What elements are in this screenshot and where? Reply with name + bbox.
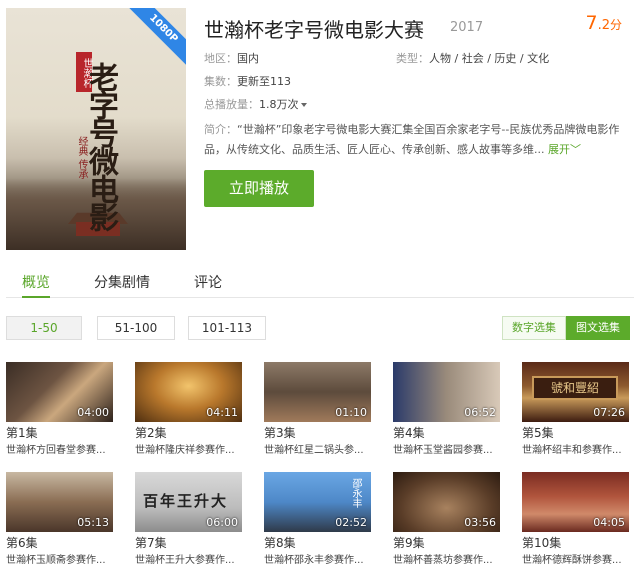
description-label: 简介： xyxy=(204,123,237,136)
page-title: 世瀚杯老字号微电影大赛 xyxy=(204,20,424,42)
tab-episode-synopsis[interactable]: 分集剧情 xyxy=(94,272,150,298)
region-label: 地区： xyxy=(204,52,237,65)
episode-thumbnail[interactable]: 百年王升大 06:00 xyxy=(135,472,242,532)
region-value[interactable]: 国内 xyxy=(237,52,259,65)
episode-thumbnail[interactable]: 04:11 xyxy=(135,362,242,422)
episode-number[interactable]: 第4集 xyxy=(393,424,500,441)
episode-title[interactable]: 世瀚杯红星二锅头参... xyxy=(264,441,371,456)
episode-number[interactable]: 第7集 xyxy=(135,534,242,551)
chevron-down-icon: ﹀ xyxy=(570,143,581,156)
episode-duration: 04:11 xyxy=(206,406,238,419)
episode-card[interactable]: 06:52 第4集 世瀚杯玉堂酱园参赛... xyxy=(393,362,500,456)
episode-number[interactable]: 第1集 xyxy=(6,424,113,441)
score-decimal: .2 xyxy=(597,18,610,33)
episode-title[interactable]: 世瀚杯方回春堂参赛... xyxy=(6,441,113,456)
episode-thumbnail[interactable]: 05:13 xyxy=(6,472,113,532)
rating-score: 7.2分 xyxy=(585,12,622,34)
episode-thumbnail[interactable]: 03:56 xyxy=(393,472,500,532)
thumbnail-calligraphy: 邵永丰 xyxy=(350,478,361,508)
episode-thumbnail[interactable]: 04:00 xyxy=(6,362,113,422)
tab-bar: 概览 分集剧情 评论 xyxy=(6,266,634,298)
title-row: 世瀚杯老字号微电影大赛 2017 7.2分 xyxy=(204,12,630,44)
episode-number[interactable]: 第2集 xyxy=(135,424,242,441)
episode-duration: 06:52 xyxy=(464,406,496,419)
tab-comments[interactable]: 评论 xyxy=(194,272,222,298)
episode-duration: 05:13 xyxy=(77,516,109,529)
episode-number[interactable]: 第5集 xyxy=(522,424,629,441)
score-integer: 7 xyxy=(585,12,598,34)
episode-duration: 01:10 xyxy=(335,406,367,419)
episode-title[interactable]: 世瀚杯绍丰和参赛作... xyxy=(522,441,629,456)
episode-title[interactable]: 世瀚杯善蒸坊参赛作... xyxy=(393,551,500,566)
episode-thumbnail[interactable]: 04:05 xyxy=(522,472,629,532)
episode-card[interactable]: 03:56 第9集 世瀚杯善蒸坊参赛作... xyxy=(393,472,500,566)
episode-card[interactable]: 邵永丰 02:52 第8集 世瀚杯邵永丰参赛作... xyxy=(264,472,371,566)
episode-duration: 04:00 xyxy=(77,406,109,419)
caret-down-icon[interactable] xyxy=(300,103,307,107)
thumbnail-plaque-text: 號和豐紹 xyxy=(532,376,618,400)
episode-thumbnail[interactable]: 號和豐紹 07:26 xyxy=(522,362,629,422)
episode-duration: 03:56 xyxy=(464,516,496,529)
episode-number[interactable]: 第9集 xyxy=(393,534,500,551)
episode-card[interactable]: 04:00 第1集 世瀚杯方回春堂参赛... xyxy=(6,362,113,456)
episode-card[interactable]: 04:05 第10集 世瀚杯德辉酥饼参赛... xyxy=(522,472,629,566)
episode-duration: 07:26 xyxy=(593,406,625,419)
episode-number[interactable]: 第10集 xyxy=(522,534,629,551)
release-year: 2017 xyxy=(450,20,484,35)
episode-number[interactable]: 第8集 xyxy=(264,534,371,551)
genre-value[interactable]: 人物 / 社会 / 历史 / 文化 xyxy=(429,52,549,65)
genre-label: 类型： xyxy=(396,52,429,65)
episodes-value: 更新至113 xyxy=(237,75,291,88)
meta-region: 地区：国内 xyxy=(204,50,259,66)
range-51-100[interactable]: 51-100 xyxy=(97,316,175,340)
episode-card[interactable]: 01:10 第3集 世瀚杯红星二锅头参... xyxy=(264,362,371,456)
plays-value: 1.8万次 xyxy=(259,98,299,111)
episode-title[interactable]: 世瀚杯玉堂酱园参赛... xyxy=(393,441,500,456)
meta-genre: 类型：人物 / 社会 / 历史 / 文化 xyxy=(396,50,549,66)
meta-episodes: 集数：更新至113 xyxy=(204,73,291,89)
episode-title[interactable]: 世瀚杯德辉酥饼参赛... xyxy=(522,551,629,566)
episode-card[interactable]: 百年王升大 06:00 第7集 世瀚杯王升大参赛作... xyxy=(135,472,242,566)
episode-title[interactable]: 世瀚杯隆庆祥参赛作... xyxy=(135,441,242,456)
hd-badge: 1080P xyxy=(124,8,186,68)
episode-title[interactable]: 世瀚杯玉顺斋参赛作... xyxy=(6,551,113,566)
range-1-50[interactable]: 1-50 xyxy=(6,316,82,340)
episode-title[interactable]: 世瀚杯王升大参赛作... xyxy=(135,551,242,566)
play-now-button[interactable]: 立即播放 xyxy=(204,170,314,207)
episode-duration: 04:05 xyxy=(593,516,625,529)
plays-label: 总播放量： xyxy=(204,98,259,111)
episode-duration: 02:52 xyxy=(335,516,367,529)
episode-duration: 06:00 xyxy=(206,516,238,529)
expand-link[interactable]: 展开﹀ xyxy=(548,143,581,156)
score-unit: 分 xyxy=(609,18,622,32)
episode-thumbnail[interactable]: 01:10 xyxy=(264,362,371,422)
numeric-view-button[interactable]: 数字选集 xyxy=(502,316,566,340)
episode-thumbnail[interactable]: 邵永丰 02:52 xyxy=(264,472,371,532)
picture-view-button[interactable]: 图文选集 xyxy=(566,316,630,340)
tab-overview[interactable]: 概览 xyxy=(22,272,50,298)
episode-thumbnail[interactable]: 06:52 xyxy=(393,362,500,422)
episode-card[interactable]: 04:11 第2集 世瀚杯隆庆祥参赛作... xyxy=(135,362,242,456)
meta-plays[interactable]: 总播放量：1.8万次 xyxy=(204,96,307,112)
expand-label: 展开 xyxy=(548,143,570,156)
episode-number[interactable]: 第3集 xyxy=(264,424,371,441)
episode-card[interactable]: 05:13 第6集 世瀚杯玉顺斋参赛作... xyxy=(6,472,113,566)
range-101-113[interactable]: 101-113 xyxy=(188,316,266,340)
episode-card[interactable]: 號和豐紹 07:26 第5集 世瀚杯绍丰和参赛作... xyxy=(522,362,629,456)
episode-number[interactable]: 第6集 xyxy=(6,534,113,551)
description: 简介：“世瀚杯”印象老字号微电影大赛汇集全国百余家老字号--民族优秀品牌微电影作… xyxy=(204,120,624,160)
episodes-label: 集数： xyxy=(204,75,237,88)
thumbnail-calligraphy: 百年王升大 xyxy=(143,492,229,510)
poster-subtitle: 经典 传承 xyxy=(76,136,87,180)
episode-title[interactable]: 世瀚杯邵永丰参赛作... xyxy=(264,551,371,566)
poster-image[interactable]: 世瀚杯 老字号微电影 经典 传承 1080P xyxy=(6,8,186,250)
